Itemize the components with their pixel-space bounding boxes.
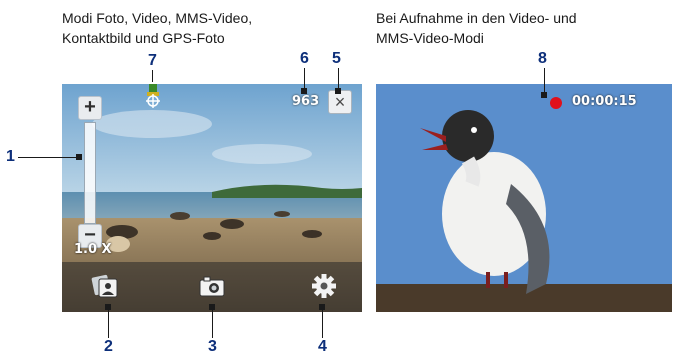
leader-line-1 [18,157,78,158]
leader-line-8 [544,68,545,94]
remaining-shots-counter: 963 [292,94,320,109]
leader-line-3 [212,306,213,338]
leader-line-6 [304,68,305,90]
record-icon [550,97,562,109]
leader-line-7 [152,70,153,82]
leader-line-2 [108,306,109,338]
camera-icon[interactable] [197,272,227,300]
leader-dot-3 [209,304,215,310]
leader-dot-5 [335,88,341,94]
camera-viewfinder: + − 1.0 X 963 × [62,84,362,312]
leader-dot-1 [76,154,82,160]
right-caption-line1: Bei Aufnahme in den Video- und [376,10,577,26]
callout-5: 5 [332,50,341,67]
callout-3: 3 [208,338,217,355]
left-caption-line1: Modi Foto, Video, MMS-Video, [62,10,253,26]
callout-4: 4 [318,338,327,355]
callout-1: 1 [6,148,15,165]
right-caption-line2: MMS-Video-Modi [376,30,484,46]
zoom-in-button[interactable]: + [78,96,102,120]
leader-line-5 [338,68,339,90]
callout-2: 2 [104,338,113,355]
zoom-slider[interactable] [84,122,96,224]
gps-icon [146,84,160,108]
left-caption-line2: Kontaktbild und GPS-Foto [62,30,225,46]
leader-dot-2 [105,304,111,310]
leader-dot-4 [319,304,325,310]
mode-icon[interactable] [90,272,120,300]
right-caption: Bei Aufnahme in den Video- und MMS-Video… [376,8,577,48]
settings-icon[interactable] [309,272,339,300]
leader-dot-8 [541,92,547,98]
left-caption: Modi Foto, Video, MMS-Video, Kontaktbild… [62,8,252,48]
callout-8: 8 [538,50,547,67]
video-viewfinder: 00:00:15 [376,84,672,312]
leader-line-4 [322,306,323,338]
zoom-control[interactable]: + − [78,96,102,248]
leader-dot-6 [301,88,307,94]
recording-timer: 00:00:15 [572,94,637,109]
seagull-scene-image [376,84,672,312]
zoom-level-label: 1.0 X [74,242,112,257]
callout-7: 7 [148,52,157,69]
callout-6: 6 [300,50,309,67]
